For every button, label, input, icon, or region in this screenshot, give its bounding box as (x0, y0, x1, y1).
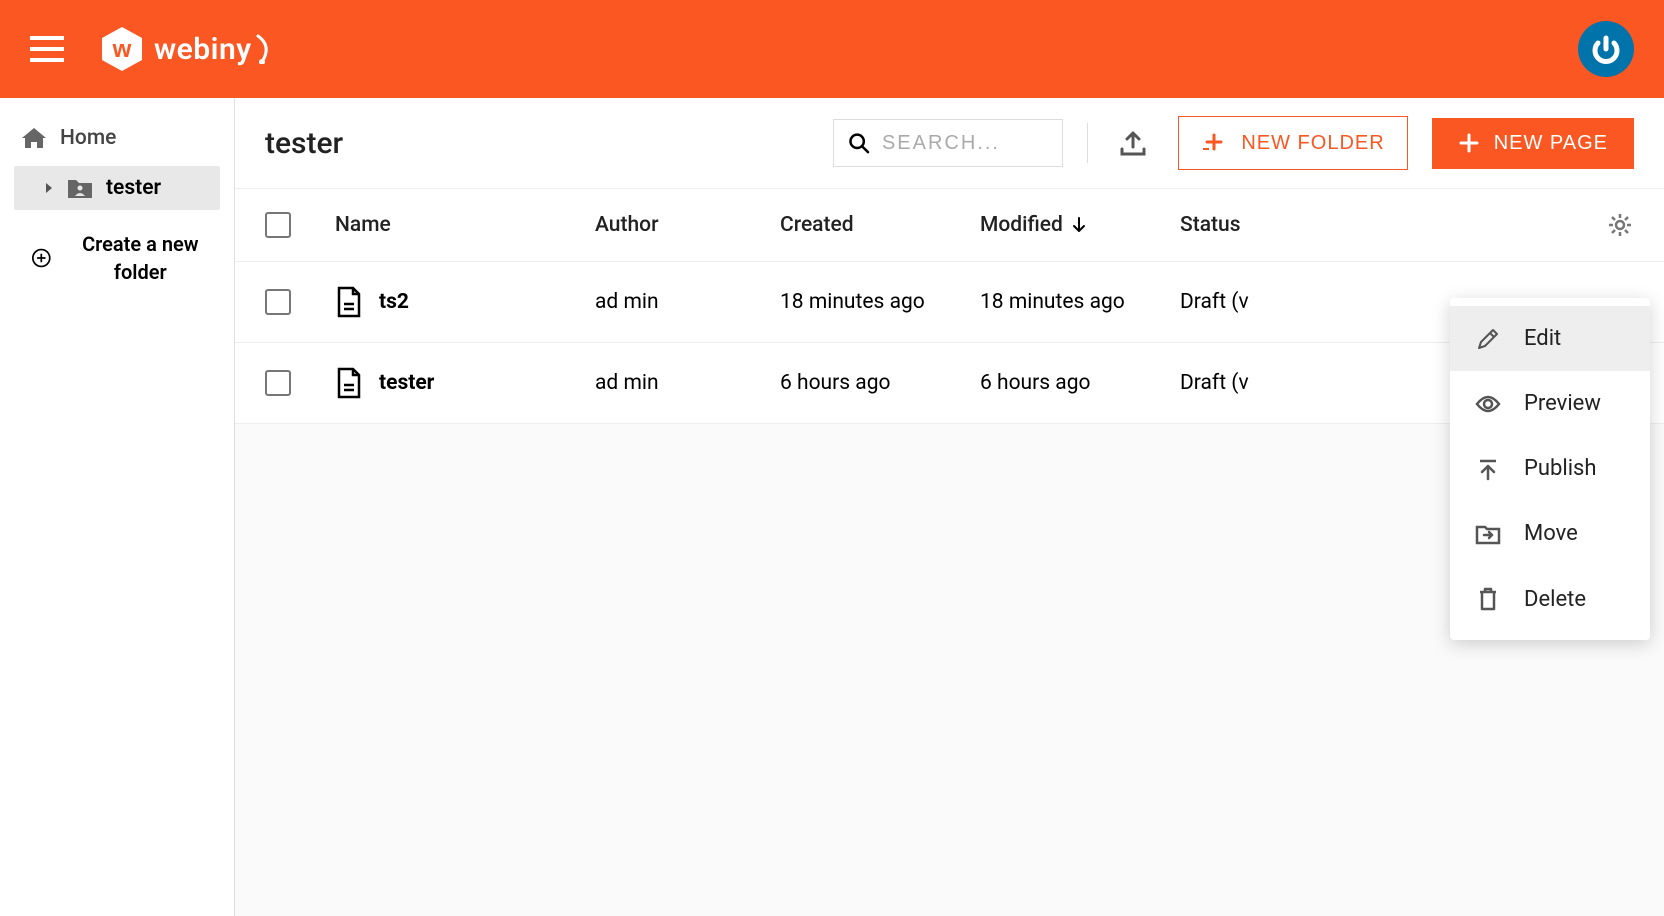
row-context-menu: Edit Preview Publish Move (1450, 298, 1650, 640)
brand-name: webiny (154, 32, 252, 67)
menu-publish-label: Publish (1524, 456, 1597, 481)
page-title: tester (265, 126, 343, 161)
row-checkbox[interactable] (265, 370, 291, 396)
search-icon (848, 130, 870, 156)
upload-icon (1118, 129, 1148, 157)
brand-swoosh-icon (256, 34, 274, 64)
pencil-icon (1474, 327, 1502, 351)
menu-move-label: Move (1524, 521, 1578, 546)
page-icon (335, 367, 363, 399)
sidebar-item-home[interactable]: Home (0, 116, 234, 160)
column-status[interactable]: Status (1180, 213, 1340, 237)
sidebar-item-tester[interactable]: tester (14, 166, 220, 210)
search-box[interactable] (833, 119, 1063, 167)
user-avatar-button[interactable] (1578, 21, 1634, 77)
page-icon (335, 286, 363, 318)
row-name: tester (379, 371, 434, 395)
menu-item-edit[interactable]: Edit (1450, 306, 1650, 371)
toolbar-divider (1087, 123, 1088, 163)
gravatar-icon (1587, 30, 1625, 68)
row-name: ts2 (379, 290, 409, 314)
sidebar: Home tester Create a new folder (0, 98, 235, 916)
new-folder-label: NEW FOLDER (1241, 132, 1384, 155)
arrow-down-icon (1071, 216, 1087, 234)
search-input[interactable] (882, 132, 1048, 155)
eye-icon (1474, 394, 1502, 414)
column-name[interactable]: Name (335, 213, 595, 237)
plus-circle-icon (32, 247, 51, 269)
menu-delete-label: Delete (1524, 587, 1586, 612)
home-icon (20, 126, 48, 150)
folder-shared-icon (66, 176, 94, 200)
top-bar: w webiny (0, 0, 1664, 98)
publish-icon (1474, 457, 1502, 481)
trash-icon (1474, 586, 1502, 612)
gear-icon[interactable] (1606, 211, 1634, 239)
sidebar-create-folder[interactable]: Create a new folder (0, 216, 234, 300)
menu-edit-label: Edit (1524, 326, 1561, 351)
sidebar-folder-label: tester (106, 176, 161, 200)
hamburger-icon (30, 36, 64, 62)
column-modified[interactable]: Modified (980, 213, 1180, 237)
brand-logo[interactable]: w webiny (100, 25, 274, 73)
column-modified-label: Modified (980, 213, 1063, 237)
row-author: ad min (595, 290, 780, 314)
new-page-button[interactable]: NEW PAGE (1432, 118, 1634, 169)
topbar-left: w webiny (30, 25, 274, 73)
row-status: Draft (v (1180, 290, 1340, 314)
menu-item-delete[interactable]: Delete (1450, 566, 1650, 632)
webiny-hex-icon: w (100, 25, 144, 73)
toolbar: tester NEW FOLDER (235, 98, 1664, 189)
new-folder-button[interactable]: NEW FOLDER (1178, 116, 1407, 170)
move-folder-icon (1474, 523, 1502, 545)
new-page-label: NEW PAGE (1494, 132, 1608, 155)
row-created: 6 hours ago (780, 371, 980, 395)
row-created: 18 minutes ago (780, 290, 980, 314)
hamburger-menu-button[interactable] (30, 36, 64, 62)
column-created[interactable]: Created (780, 213, 980, 237)
upload-button[interactable] (1112, 123, 1154, 163)
table-header-row: Name Author Created Modified Status (235, 189, 1664, 262)
main-content: tester NEW FOLDER (235, 98, 1664, 916)
row-modified: 6 hours ago (980, 371, 1180, 395)
column-author[interactable]: Author (595, 213, 780, 237)
folder-plus-icon (1201, 131, 1227, 155)
row-modified: 18 minutes ago (980, 290, 1180, 314)
select-all-checkbox[interactable] (265, 212, 291, 238)
menu-preview-label: Preview (1524, 391, 1601, 416)
row-author: ad min (595, 371, 780, 395)
menu-item-preview[interactable]: Preview (1450, 371, 1650, 436)
sidebar-home-label: Home (60, 126, 116, 150)
svg-text:w: w (112, 36, 132, 63)
row-checkbox[interactable] (265, 289, 291, 315)
sidebar-create-label: Create a new folder (67, 230, 214, 286)
menu-item-publish[interactable]: Publish (1450, 436, 1650, 501)
plus-icon (1458, 132, 1480, 154)
row-status: Draft (v (1180, 371, 1340, 395)
chevron-right-icon (44, 182, 54, 194)
menu-item-move[interactable]: Move (1450, 501, 1650, 566)
